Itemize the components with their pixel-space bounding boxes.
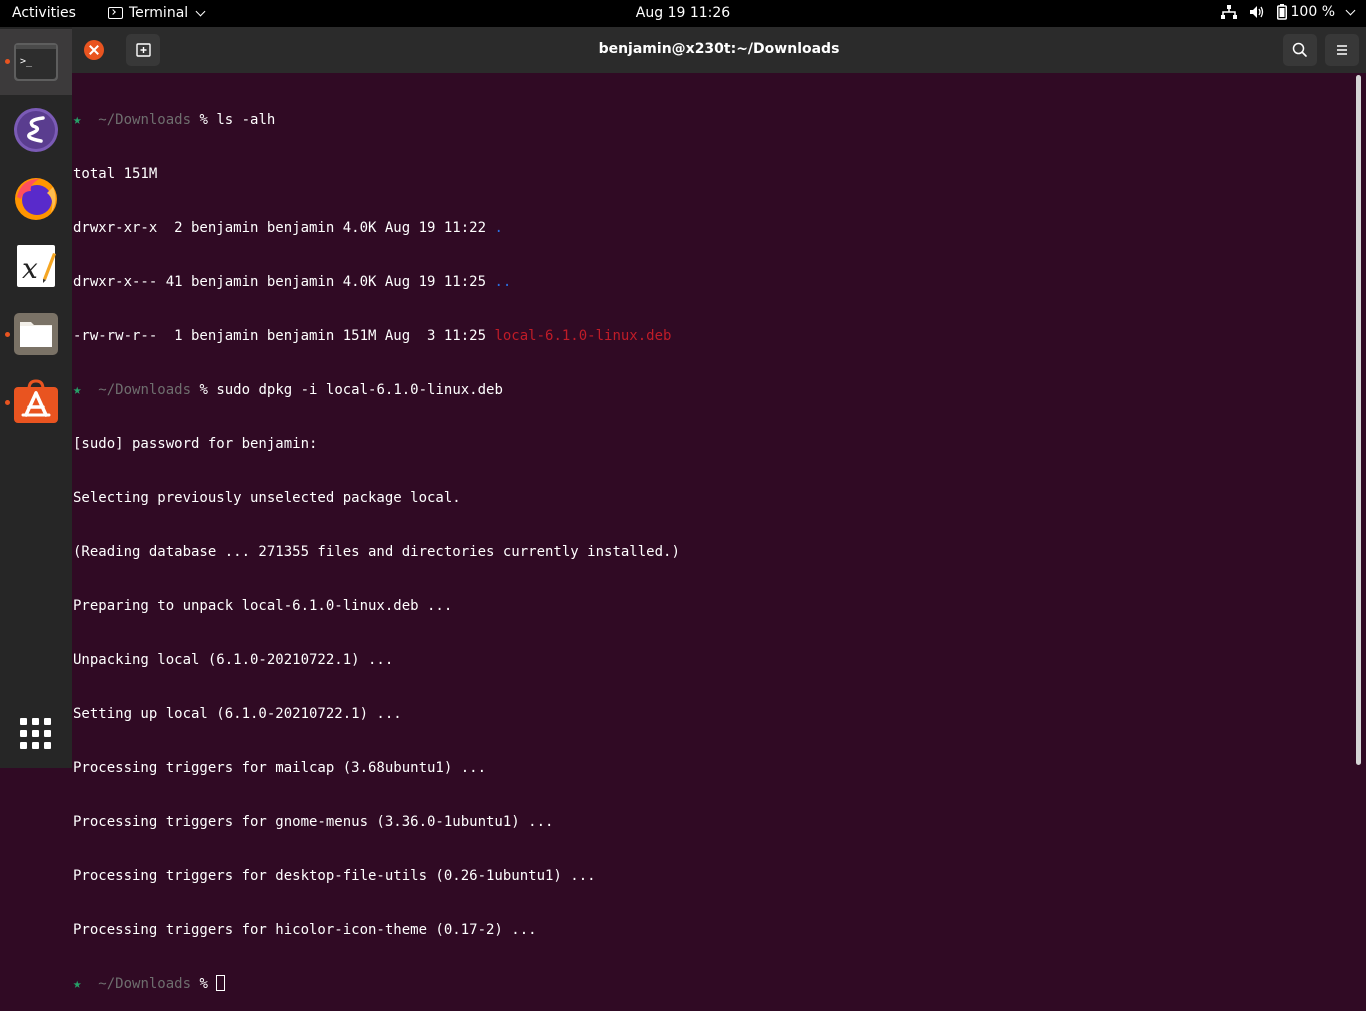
prompt-dir: ~/Downloads xyxy=(98,382,192,398)
dock-item-ubuntu-software[interactable] xyxy=(0,369,72,435)
prompt-dir: ~/Downloads xyxy=(98,112,192,128)
prompt-line-2: ★ ~/Downloads % sudo dpkg -i local-6.1.0… xyxy=(73,381,1343,399)
svg-text:>_: >_ xyxy=(20,56,33,67)
output-line: Processing triggers for mailcap (3.68ubu… xyxy=(73,760,487,776)
ls-row-info: drwxr-xr-x 2 benjamin benjamin 4.0K Aug … xyxy=(73,220,495,236)
emacs-icon xyxy=(14,108,58,152)
ls-row-info: drwxr-x--- 41 benjamin benjamin 4.0K Aug… xyxy=(73,274,495,290)
files-icon xyxy=(14,313,58,355)
xournal-icon: x xyxy=(17,245,56,287)
battery-percentage: 100 % xyxy=(1290,4,1335,20)
app-menu[interactable]: Terminal xyxy=(108,5,206,21)
new-tab-button[interactable] xyxy=(126,34,160,66)
title-bar: benjamin@x230t:~/Downloads xyxy=(72,27,1366,73)
text-cursor xyxy=(216,975,226,991)
output-line: Unpacking local (6.1.0-20210722.1) ... xyxy=(73,652,394,668)
battery-icon xyxy=(1276,4,1287,20)
terminal-icon: >_ xyxy=(14,43,58,81)
running-indicator xyxy=(5,400,10,405)
chevron-down-icon xyxy=(1345,5,1356,15)
ls-row-info: -rw-rw-r-- 1 benjamin benjamin 151M Aug … xyxy=(73,328,495,344)
clock[interactable]: Aug 19 11:26 xyxy=(636,5,730,21)
prompt-star: ★ xyxy=(73,976,82,992)
running-indicator xyxy=(5,59,10,64)
prompt-dir: ~/Downloads xyxy=(98,976,192,992)
terminal-icon xyxy=(108,7,123,19)
dock-item-emacs[interactable] xyxy=(0,97,72,163)
apps-grid-icon[interactable] xyxy=(20,718,52,750)
prompt-symbol: % xyxy=(199,382,208,398)
dock: >_ x xyxy=(0,27,72,768)
close-icon[interactable] xyxy=(84,40,104,60)
running-indicator xyxy=(5,332,10,337)
top-bar: Activities Terminal Aug 19 11:26 100 % xyxy=(0,0,1366,27)
output-line: (Reading database ... 271355 files and d… xyxy=(73,544,680,560)
prompt-symbol: % xyxy=(199,112,208,128)
dock-item-firefox[interactable] xyxy=(0,165,72,231)
output-line: Preparing to unpack local-6.1.0-linux.de… xyxy=(73,598,453,614)
prompt-star: ★ xyxy=(73,112,82,128)
prompt-symbol: % xyxy=(199,976,208,992)
network-icon xyxy=(1220,5,1237,19)
output-line: total 151M xyxy=(73,166,158,182)
output-line: Processing triggers for gnome-menus (3.3… xyxy=(73,814,554,830)
output-line: Setting up local (6.1.0-20210722.1) ... xyxy=(73,706,402,722)
ls-row-name: local-6.1.0-linux.deb xyxy=(494,328,672,344)
software-center-icon xyxy=(14,379,58,423)
dock-item-terminal[interactable]: >_ xyxy=(0,29,72,95)
svg-text:x: x xyxy=(22,252,38,285)
dock-item-files[interactable] xyxy=(0,301,72,367)
ls-row-name: . xyxy=(494,220,503,236)
ls-row: -rw-rw-r-- 1 benjamin benjamin 151M Aug … xyxy=(73,327,1343,345)
volume-icon xyxy=(1249,6,1263,18)
dock-item-xournal[interactable]: x xyxy=(0,233,72,299)
prompt-line-1: ★ ~/Downloads % ls -alh xyxy=(73,111,1343,129)
system-tray[interactable]: 100 % xyxy=(1220,4,1356,20)
menu-button[interactable] xyxy=(1325,34,1359,66)
output-line: Processing triggers for desktop-file-uti… xyxy=(73,868,596,884)
scrollbar[interactable] xyxy=(1356,75,1361,765)
ls-row: drwxr-x--- 41 benjamin benjamin 4.0K Aug… xyxy=(73,273,1343,291)
command-text: ls -alh xyxy=(207,112,276,128)
hamburger-menu-icon xyxy=(1337,45,1347,55)
prompt-line-3: ★ ~/Downloads % xyxy=(73,975,1343,993)
output-line: Processing triggers for hicolor-icon-the… xyxy=(73,922,537,938)
search-icon xyxy=(1292,42,1307,57)
new-tab-icon xyxy=(136,43,151,57)
output-line: [sudo] password for benjamin: xyxy=(73,436,318,452)
command-text: sudo dpkg -i local-6.1.0-linux.deb xyxy=(207,382,503,398)
ls-row: drwxr-xr-x 2 benjamin benjamin 4.0K Aug … xyxy=(73,219,1343,237)
terminal-output[interactable]: ★ ~/Downloads % ls -alh total 151M drwxr… xyxy=(73,75,1343,992)
output-line: Selecting previously unselected package … xyxy=(73,490,461,506)
ls-row-name: .. xyxy=(494,274,512,290)
app-menu-label: Terminal xyxy=(129,5,189,21)
window-title: benjamin@x230t:~/Downloads xyxy=(598,41,840,57)
chevron-down-icon xyxy=(195,6,206,16)
search-button[interactable] xyxy=(1283,34,1317,66)
firefox-icon xyxy=(15,178,57,220)
activities-button[interactable]: Activities xyxy=(12,5,76,21)
prompt-star: ★ xyxy=(73,382,82,398)
